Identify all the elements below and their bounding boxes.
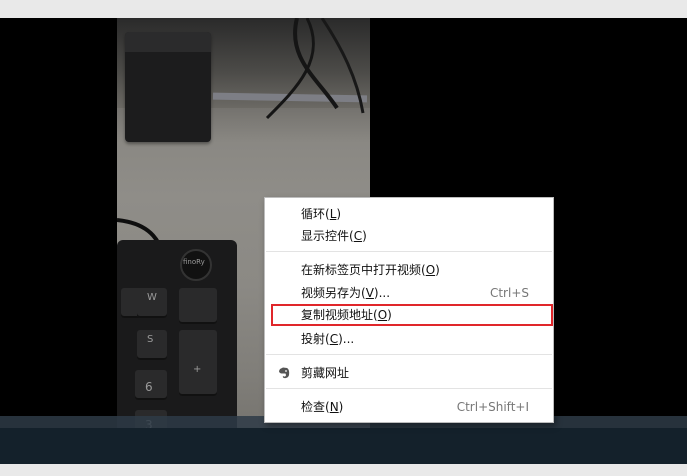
video-controls-panel[interactable] bbox=[0, 428, 687, 464]
menu-item-open-video-in-new-tab[interactable]: 在新标签页中打开视频(O) bbox=[265, 259, 553, 281]
menu-separator bbox=[266, 388, 552, 389]
menu-item-label: 在新标签页中打开视频(O) bbox=[301, 263, 440, 277]
video-key-label: S bbox=[147, 334, 154, 345]
menu-item-shortcut: Ctrl+Shift+I bbox=[456, 400, 529, 414]
menu-item-cast[interactable]: 投射(C)... bbox=[265, 328, 553, 350]
menu-item-shortcut: Ctrl+S bbox=[489, 286, 529, 300]
video-key-label: W bbox=[147, 292, 157, 303]
context-menu: 循环(L) 显示控件(C) 在新标签页中打开视频(O) 视频另存为(V)... … bbox=[264, 197, 554, 423]
video-key-label: + bbox=[193, 364, 202, 375]
menu-separator bbox=[266, 251, 552, 252]
video-key-label: 6 bbox=[145, 380, 153, 394]
video-keyboard-logo-text: finoRy bbox=[183, 258, 205, 266]
menu-item-label: 投射(C)... bbox=[301, 332, 355, 346]
menu-separator bbox=[266, 354, 552, 355]
menu-item-label: 视频另存为(V)... bbox=[301, 286, 391, 300]
bottom-bar bbox=[0, 464, 687, 476]
menu-item-loop[interactable]: 循环(L) bbox=[265, 203, 553, 225]
evernote-elephant-icon bbox=[279, 367, 290, 379]
top-bar bbox=[0, 0, 687, 18]
menu-item-label: 剪藏网址 bbox=[301, 366, 350, 380]
video-key bbox=[179, 330, 217, 396]
menu-item-label: 检查(N) bbox=[301, 400, 344, 414]
menu-item-label: 循环(L) bbox=[301, 207, 342, 221]
menu-item-copy-video-address[interactable]: 复制视频地址(O) bbox=[271, 304, 553, 326]
video-controls[interactable] bbox=[0, 416, 687, 464]
menu-item-save-video-as[interactable]: 视频另存为(V)... Ctrl+S bbox=[265, 282, 553, 304]
menu-item-clip-url[interactable]: 剪藏网址 bbox=[265, 362, 553, 384]
menu-item-label: 复制视频地址(O) bbox=[301, 308, 392, 322]
video-key bbox=[179, 288, 217, 324]
menu-item-show-controls[interactable]: 显示控件(C) bbox=[265, 225, 553, 247]
menu-item-inspect[interactable]: 检查(N) Ctrl+Shift+I bbox=[265, 396, 553, 418]
menu-item-label: 显示控件(C) bbox=[301, 229, 367, 243]
